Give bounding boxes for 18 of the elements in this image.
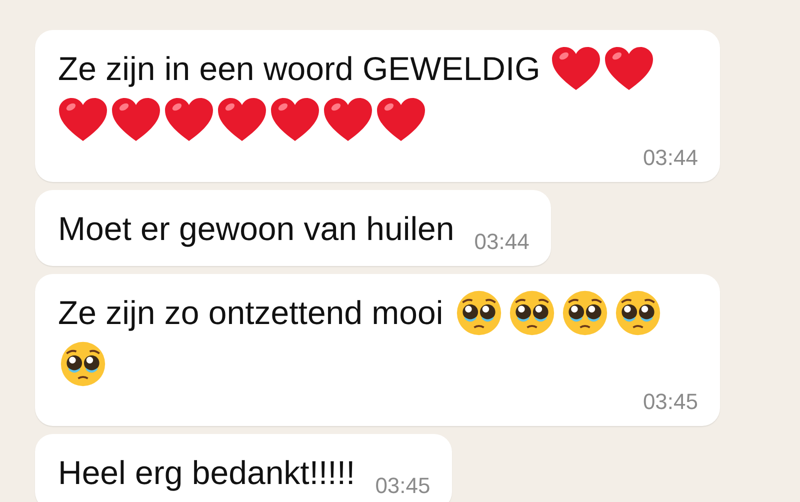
heart-icon <box>164 96 214 144</box>
message-time: 03:45 <box>374 472 430 500</box>
heart-icon <box>323 96 373 144</box>
heart-icon <box>217 96 267 144</box>
message-time: 03:44 <box>642 144 698 172</box>
message-text: Moet er gewoon van huilen <box>58 209 454 249</box>
message-time: 03:45 <box>642 388 698 416</box>
heart-icon <box>604 45 654 93</box>
heart-icon <box>551 45 602 93</box>
heart-icon <box>376 96 426 144</box>
heart-icon <box>111 96 161 144</box>
message-text: Heel erg bedankt!!!!! <box>58 453 356 493</box>
message-time: 03:44 <box>473 228 530 256</box>
heart-icon <box>270 96 320 144</box>
message-text: Ze zijn in een woord GEWELDIG <box>58 49 540 89</box>
pleading-face-icon <box>58 340 108 388</box>
message-text: Ze zijn zo ontzettend mooi <box>58 293 444 333</box>
heart-icon <box>58 96 108 144</box>
